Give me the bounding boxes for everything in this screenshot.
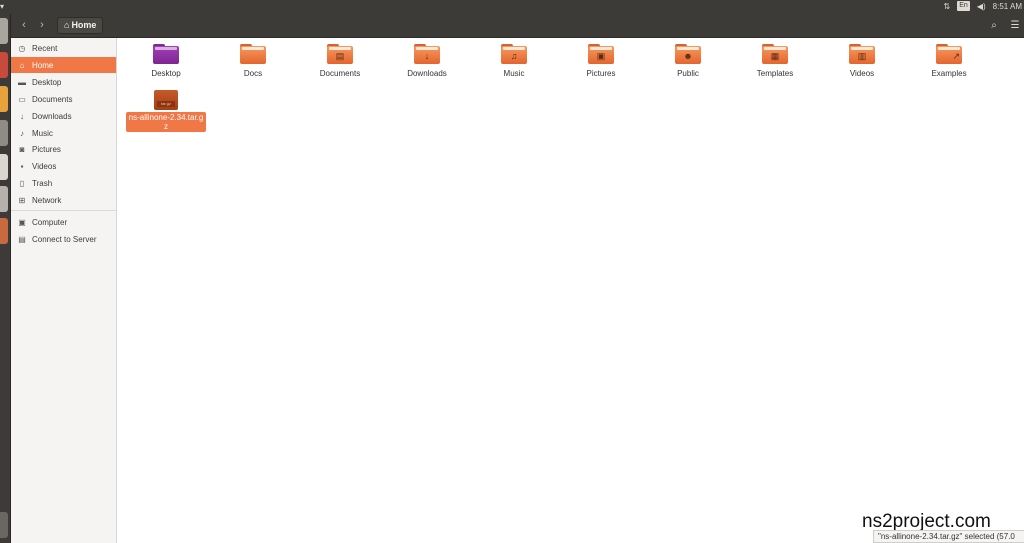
- places-sidebar: ◷ Recent ⌂ Home ▬ Desktop ▭ Documents ↓ …: [11, 38, 117, 543]
- file-label: Examples: [931, 69, 967, 78]
- back-icon[interactable]: ‹: [15, 17, 33, 34]
- network-arrows-icon[interactable]: ⇅: [944, 2, 951, 11]
- path-label: Home: [71, 20, 97, 30]
- file-label: Pictures: [586, 69, 616, 78]
- file-label: Documents: [319, 69, 361, 78]
- sidebar-item-music[interactable]: ♪ Music: [11, 125, 116, 141]
- status-bar: "ns-allinone-2.34.tar.gz" selected (57.0: [873, 530, 1024, 543]
- desktop-folder-icon: [153, 44, 179, 64]
- sidebar-item-downloads[interactable]: ↓ Downloads: [11, 108, 116, 124]
- downloads-folder-icon: ↓: [414, 44, 440, 64]
- documents-icon: ▭: [18, 94, 26, 104]
- path-bar-home[interactable]: ⌂ Home: [57, 17, 104, 34]
- clock-icon: ◷: [18, 43, 26, 53]
- launcher-search-icon[interactable]: [0, 18, 8, 44]
- templates-folder-icon: ▦: [762, 44, 788, 64]
- sidebar-item-home[interactable]: ⌂ Home: [11, 57, 116, 73]
- file-archive-selected[interactable]: tar.gz ns-allinone-2.34.tar.gz: [126, 90, 206, 134]
- sidebar-item-documents[interactable]: ▭ Documents: [11, 91, 116, 107]
- sidebar-item-label: Pictures: [32, 144, 61, 154]
- sidebar-item-videos[interactable]: ▪ Videos: [11, 158, 116, 174]
- sidebar-divider: [11, 210, 116, 211]
- folder-desktop[interactable]: Desktop: [126, 44, 206, 94]
- top-panel: ▾ ⇅ En ◀) 8:51 AM: [0, 0, 1024, 14]
- folder-public[interactable]: ☻ Public: [648, 44, 728, 94]
- file-label: Desktop: [151, 69, 181, 78]
- sidebar-item-trash[interactable]: ▯ Trash: [11, 175, 116, 191]
- sidebar-item-label: Documents: [32, 94, 73, 104]
- computer-icon: ▣: [18, 217, 26, 227]
- file-manager-window: ‹ › ⌂ Home ⌕ ☰ ◷ Recent ⌂ Home ▬ Desktop…: [11, 14, 1024, 543]
- documents-folder-icon: ▤: [327, 44, 353, 64]
- toolbar: ‹ › ⌂ Home ⌕ ☰: [11, 14, 1024, 38]
- sidebar-item-label: Desktop: [32, 77, 62, 87]
- file-label: Docs: [243, 69, 263, 78]
- folder-icon: [240, 44, 266, 64]
- sidebar-item-label: Home: [32, 60, 54, 70]
- folder-music[interactable]: ♫ Music: [474, 44, 554, 94]
- sidebar-item-label: Computer: [32, 217, 68, 227]
- file-label: Downloads: [407, 69, 447, 78]
- sidebar-item-computer[interactable]: ▣ Computer: [11, 214, 116, 230]
- download-icon: ↓: [20, 111, 24, 121]
- launcher-app-icon[interactable]: [0, 186, 8, 212]
- folder-downloads[interactable]: ↓ Downloads: [387, 44, 467, 94]
- launcher-files-icon[interactable]: [0, 154, 8, 180]
- videos-folder-icon: ▥: [849, 44, 875, 64]
- sidebar-item-label: Network: [32, 195, 62, 205]
- server-icon: ▤: [18, 234, 26, 244]
- search-icon[interactable]: ⌕: [985, 17, 1003, 34]
- forward-icon[interactable]: ›: [33, 17, 51, 34]
- music-folder-icon: ♫: [501, 44, 527, 64]
- file-label: Music: [503, 69, 525, 78]
- folder-docs[interactable]: Docs: [213, 44, 293, 94]
- launcher-trash-icon[interactable]: [0, 512, 8, 538]
- folder-videos[interactable]: ▥ Videos: [822, 44, 902, 94]
- file-label: Public: [677, 69, 699, 78]
- folder-examples[interactable]: ↗ Examples: [909, 44, 989, 94]
- home-icon: ⌂: [64, 20, 70, 30]
- file-view: Desktop Docs ▤ Documents ↓ Downloads ♫ M…: [118, 38, 1024, 543]
- sidebar-item-network[interactable]: ⊞ Network: [11, 192, 116, 208]
- sidebar-item-connect-to-server[interactable]: ▤ Connect to Server: [11, 231, 116, 247]
- sidebar-item-label: Music: [32, 128, 53, 138]
- launcher-app-icon[interactable]: [0, 52, 8, 78]
- clock[interactable]: 8:51 AM: [993, 2, 1022, 11]
- sidebar-item-recent[interactable]: ◷ Recent: [11, 40, 116, 56]
- sidebar-item-label: Downloads: [32, 111, 72, 121]
- folder-pictures[interactable]: ▣ Pictures: [561, 44, 641, 94]
- examples-folder-icon: ↗: [936, 44, 962, 64]
- file-label: Videos: [849, 69, 875, 78]
- network-icon: ⊞: [18, 195, 26, 205]
- launcher-settings-icon[interactable]: [0, 120, 8, 146]
- indicator-area: ⇅ En ◀) 8:51 AM: [944, 1, 1024, 11]
- sidebar-item-label: Trash: [32, 178, 53, 188]
- keyboard-layout-indicator[interactable]: En: [957, 1, 970, 11]
- archive-icon: tar.gz: [154, 90, 178, 110]
- folder-templates[interactable]: ▦ Templates: [735, 44, 815, 94]
- launcher-archive-icon[interactable]: [0, 218, 8, 244]
- volume-icon[interactable]: ◀): [977, 2, 986, 11]
- file-label: Templates: [756, 69, 794, 78]
- home-icon: ⌂: [19, 60, 25, 70]
- trash-icon: ▯: [19, 178, 25, 188]
- video-icon: ▪: [20, 161, 24, 171]
- sidebar-item-label: Connect to Server: [32, 234, 97, 244]
- launcher: [0, 14, 11, 543]
- pictures-folder-icon: ▣: [588, 44, 614, 64]
- launcher-browser-icon[interactable]: [0, 86, 8, 112]
- panel-arrow-icon: ▾: [0, 2, 5, 11]
- file-label: ns-allinone-2.34.tar.gz: [126, 112, 206, 132]
- sidebar-item-label: Recent: [32, 43, 58, 53]
- sidebar-item-pictures[interactable]: ◙ Pictures: [11, 141, 116, 157]
- desktop-icon: ▬: [18, 77, 26, 87]
- camera-icon: ◙: [19, 144, 25, 154]
- music-icon: ♪: [20, 128, 24, 138]
- menu-icon[interactable]: ☰: [1006, 17, 1024, 34]
- sidebar-item-desktop[interactable]: ▬ Desktop: [11, 74, 116, 90]
- archive-tag: tar.gz: [157, 101, 175, 107]
- public-folder-icon: ☻: [675, 44, 701, 64]
- folder-documents[interactable]: ▤ Documents: [300, 44, 380, 94]
- sidebar-item-label: Videos: [32, 161, 57, 171]
